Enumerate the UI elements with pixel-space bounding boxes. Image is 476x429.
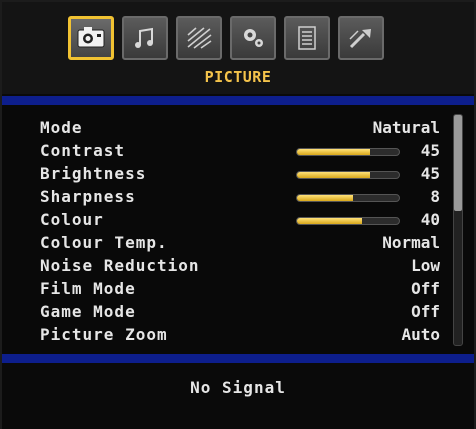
slider-fill [297, 172, 371, 178]
tab-source[interactable] [284, 16, 330, 60]
active-tab-title: PICTURE [204, 68, 272, 86]
settings-icon [187, 27, 212, 49]
footer-divider [2, 354, 474, 363]
colour-slider[interactable] [296, 217, 400, 225]
menu-item-value: Low [411, 256, 440, 275]
menu-item-value: 45 [420, 141, 440, 160]
picture-menu-list: Mode Natural Contrast 45 Brightness 45 S… [2, 105, 474, 354]
slider-fill [297, 149, 371, 155]
menu-item-picture-zoom[interactable]: Picture Zoom Auto [2, 324, 474, 347]
menu-item-sharpness[interactable]: Sharpness 8 [2, 186, 474, 209]
menu-item-value: 45 [420, 164, 440, 183]
sharpness-slider[interactable] [296, 194, 400, 202]
menu-item-label: Noise Reduction [40, 256, 200, 275]
menu-item-value: 8 [430, 187, 440, 206]
tab-sound[interactable] [122, 16, 168, 60]
menu-item-label: Sharpness [40, 187, 136, 206]
status-bar: No Signal [2, 363, 474, 429]
tab-picture[interactable] [68, 16, 114, 60]
features-icon [244, 29, 263, 47]
tab-features[interactable] [230, 16, 276, 60]
menu-item-value: 40 [420, 210, 440, 229]
menu-item-label: Colour Temp. [40, 233, 168, 252]
menu-item-label: Contrast [40, 141, 126, 160]
menu-item-label: Game Mode [40, 302, 136, 321]
menu-item-label: Mode [40, 118, 83, 137]
menu-item-value: Natural [372, 118, 440, 137]
sound-icon [135, 27, 153, 48]
menu-item-value: Off [411, 302, 440, 321]
menu-tab-bar: PICTURE [2, 2, 474, 94]
menu-item-label: Brightness [40, 164, 147, 183]
scrollbar-thumb[interactable] [454, 115, 462, 211]
contrast-slider[interactable] [296, 148, 400, 156]
slider-fill [297, 218, 363, 224]
menu-item-game-mode[interactable]: Game Mode Off [2, 301, 474, 324]
brightness-slider[interactable] [296, 171, 400, 179]
status-text: No Signal [190, 378, 286, 397]
tv-osd-menu: PICTURE Mode Natural Contrast 45 Brightn… [0, 0, 476, 429]
slider-fill [297, 195, 354, 201]
menu-item-film-mode[interactable]: Film Mode Off [2, 278, 474, 301]
source-icon [298, 26, 316, 50]
menu-item-value: Normal [382, 233, 440, 252]
menu-item-label: Picture Zoom [40, 325, 168, 344]
tab-settings[interactable] [176, 16, 222, 60]
picture-icon [77, 27, 105, 48]
header-divider [2, 96, 474, 105]
menu-scrollbar[interactable] [453, 114, 463, 346]
menu-item-colour[interactable]: Colour 40 [2, 209, 474, 232]
menu-item-label: Colour [40, 210, 104, 229]
menu-item-noise-reduction[interactable]: Noise Reduction Low [2, 255, 474, 278]
menu-item-brightness[interactable]: Brightness 45 [2, 163, 474, 186]
menu-item-label: Film Mode [40, 279, 136, 298]
menu-item-contrast[interactable]: Contrast 45 [2, 140, 474, 163]
tab-install[interactable] [338, 16, 384, 60]
menu-item-value: Auto [401, 325, 440, 344]
menu-item-colour-temp[interactable]: Colour Temp. Normal [2, 232, 474, 255]
menu-item-value: Off [411, 279, 440, 298]
install-icon [349, 29, 371, 49]
menu-item-mode[interactable]: Mode Natural [2, 117, 474, 140]
